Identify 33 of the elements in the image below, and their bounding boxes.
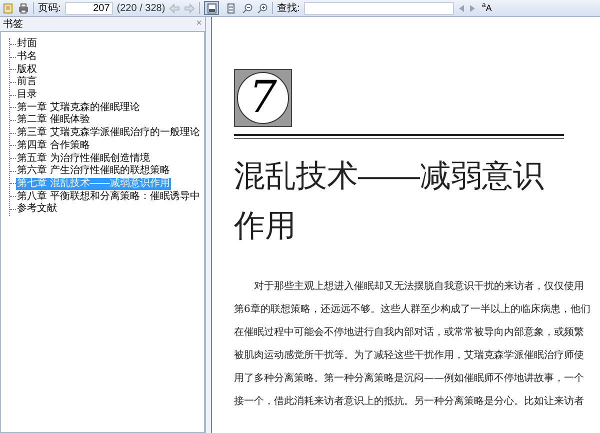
find-label: 查找: bbox=[277, 2, 300, 16]
page-label: 页码: bbox=[38, 2, 61, 16]
bookmark-item[interactable]: 第一章 艾瑞克森的催眠理论 bbox=[16, 102, 141, 114]
chapter-title: 混乱技术——减弱意识 bbox=[234, 157, 545, 195]
bookmark-item[interactable]: 第三章 艾瑞克森学派催眠治疗的一般理论 bbox=[16, 127, 201, 140]
bookmark-item[interactable]: 前言 bbox=[16, 76, 38, 88]
zoom-in-icon[interactable] bbox=[257, 2, 268, 14]
match-case-button[interactable]: $^{a}$A bbox=[480, 4, 494, 12]
next-match-icon[interactable] bbox=[468, 4, 476, 12]
back-arrow-icon[interactable] bbox=[169, 2, 180, 14]
bookmark-item[interactable]: 版权 bbox=[16, 64, 38, 76]
bookmark-item[interactable]: 书名 bbox=[16, 51, 38, 64]
notes-icon[interactable] bbox=[3, 2, 14, 14]
bookmark-item[interactable]: 第六章 产生治疗性催眠的联想策略 bbox=[16, 165, 171, 178]
chapter-title: 作用 bbox=[234, 207, 297, 245]
body-paragraph: 对于那些主观上想进入催眠却又无法摆脱自我意识干扰的来访者，仅仅使用 第6章的联想策略，还远远不够。这些人群至少构成了一半以上的临床病患，他们 在催眠过程中可能会不停地进行自我内部对话，或常常被导向内部意象，或频繁 被肌肉运动感觉所干扰等。为了减轻这些干扰作用，艾瑞克森学派催眠治疗师使 用了多种分离策略。第一种分离策略是沉闷——例如催眠师不停地讲故事，一个 接一个，借此消耗来访者意识上的抵抗。另一种分离策略是分心。比如让来访者 bbox=[234, 280, 590, 409]
page-count: (220 / 328) bbox=[116, 2, 166, 16]
bookmark-item[interactable]: 第二章 催眠体验 bbox=[16, 114, 91, 126]
panel-title: 书签 bbox=[3, 18, 23, 32]
bookmark-item[interactable]: 目录 bbox=[16, 89, 38, 102]
forward-arrow-icon[interactable] bbox=[184, 2, 196, 14]
zoom-out-icon[interactable] bbox=[242, 2, 254, 14]
find-field[interactable] bbox=[304, 2, 454, 14]
bookmark-item[interactable]: 封面 bbox=[16, 38, 38, 50]
chapter-number: 7 bbox=[249, 76, 277, 120]
bookmark-item[interactable]: 第八章 平衡联想和分离策略：催眠诱导中 bbox=[16, 190, 201, 203]
bookmark-item[interactable]: 参考文献 bbox=[16, 203, 58, 216]
bookmark-item[interactable]: 第四章 合作策略 bbox=[16, 140, 91, 152]
previous-match-icon[interactable] bbox=[458, 4, 465, 12]
fit-page-button[interactable] bbox=[204, 1, 220, 15]
page-number-field[interactable]: 207 bbox=[64, 2, 113, 14]
print-icon[interactable] bbox=[18, 2, 29, 14]
bookmark-item[interactable]: 第五章 为治疗性催眠创造情境 bbox=[16, 152, 151, 165]
